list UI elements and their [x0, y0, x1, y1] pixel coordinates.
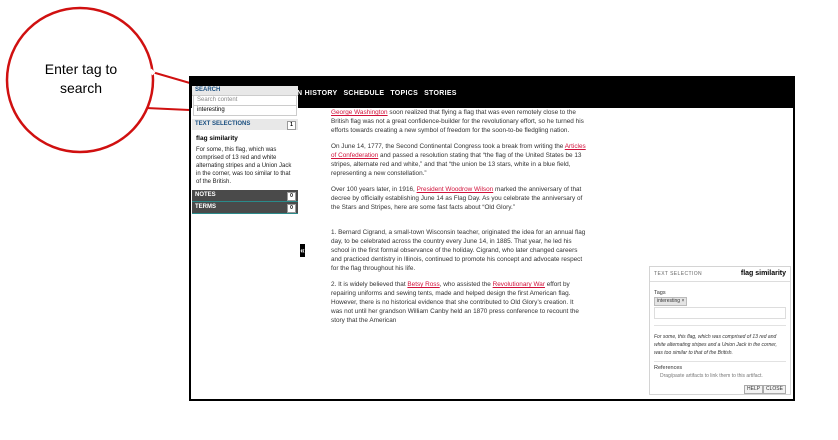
annotation-sidebar: SEARCH Search content interesting TEXT S…	[192, 86, 298, 226]
selection-item[interactable]: flag similarity For some, this flag, whi…	[192, 130, 298, 190]
main-nav: N HISTORY SCHEDULE TOPICS STORIES	[297, 78, 457, 108]
nav-item-stories[interactable]: STORIES	[424, 90, 457, 97]
collapse-sidebar-icon[interactable]: «	[300, 244, 305, 257]
article-paragraph: Over 100 years later, in 1916, President…	[331, 186, 583, 211]
article-body: George Washington soon realized that fly…	[331, 108, 586, 332]
notes-label: NOTES	[195, 192, 216, 198]
terms-header[interactable]: TERMS 0	[192, 202, 298, 214]
article-link[interactable]: Betsy Ross	[407, 281, 439, 288]
tag-input[interactable]	[654, 307, 786, 319]
panel-header: TEXT SELECTION flag similarity	[650, 267, 790, 282]
references-label: References	[654, 365, 683, 371]
screenshot-frame: N HISTORY SCHEDULE TOPICS STORIES George…	[189, 76, 795, 401]
notes-count: 0	[287, 192, 296, 201]
selection-title: flag similarity	[196, 135, 238, 142]
divider	[654, 325, 786, 326]
search-header: SEARCH	[192, 86, 298, 96]
article-link[interactable]: President Woodrow Wilson	[417, 186, 494, 193]
article-paragraph: On June 14, 1777, the Second Continental…	[331, 143, 586, 177]
article-link[interactable]: George Washington	[331, 109, 388, 116]
article-link[interactable]: Revolutionary War	[493, 281, 545, 288]
terms-count: 0	[287, 204, 296, 213]
terms-label: TERMS	[195, 204, 216, 210]
panel-kicker: TEXT SELECTION	[654, 271, 703, 277]
help-button[interactable]: HELP	[744, 385, 764, 394]
text-selection-panel: TEXT SELECTION flag similarity Tags inte…	[649, 266, 791, 395]
article-paragraph: 2. It is widely believed that Betsy Ross…	[331, 281, 579, 324]
tags-label: Tags	[654, 290, 666, 296]
nav-item-history[interactable]: N HISTORY	[297, 90, 337, 97]
selection-text: For some, this flag, which was comprised…	[196, 147, 292, 185]
nav-item-topics[interactable]: TOPICS	[390, 90, 418, 97]
search-input[interactable]: Search content	[193, 96, 297, 106]
article-paragraph: 1. Bernard Cigrand, a small-town Wiscons…	[331, 229, 586, 272]
tag-search-input[interactable]: interesting	[193, 106, 297, 116]
close-button[interactable]: CLOSE	[763, 385, 786, 394]
panel-title: flag similarity	[740, 270, 786, 277]
text-selections-header[interactable]: TEXT SELECTIONS 1	[192, 119, 298, 130]
references-drop-hint[interactable]: Drag/paste artifacts to link them to thi…	[660, 373, 763, 379]
tag-chip[interactable]: interesting ×	[654, 297, 688, 306]
article-paragraph: George Washington soon realized that fly…	[331, 109, 584, 134]
callout-text: Enter tag to search	[44, 61, 118, 96]
divider	[654, 361, 786, 362]
text-selections-label: TEXT SELECTIONS	[195, 121, 251, 127]
text-selections-count: 1	[287, 121, 296, 130]
nav-item-schedule[interactable]: SCHEDULE	[343, 90, 384, 97]
selection-note: For some, this flag, which was comprised…	[654, 334, 777, 356]
notes-header[interactable]: NOTES 0	[192, 190, 298, 202]
